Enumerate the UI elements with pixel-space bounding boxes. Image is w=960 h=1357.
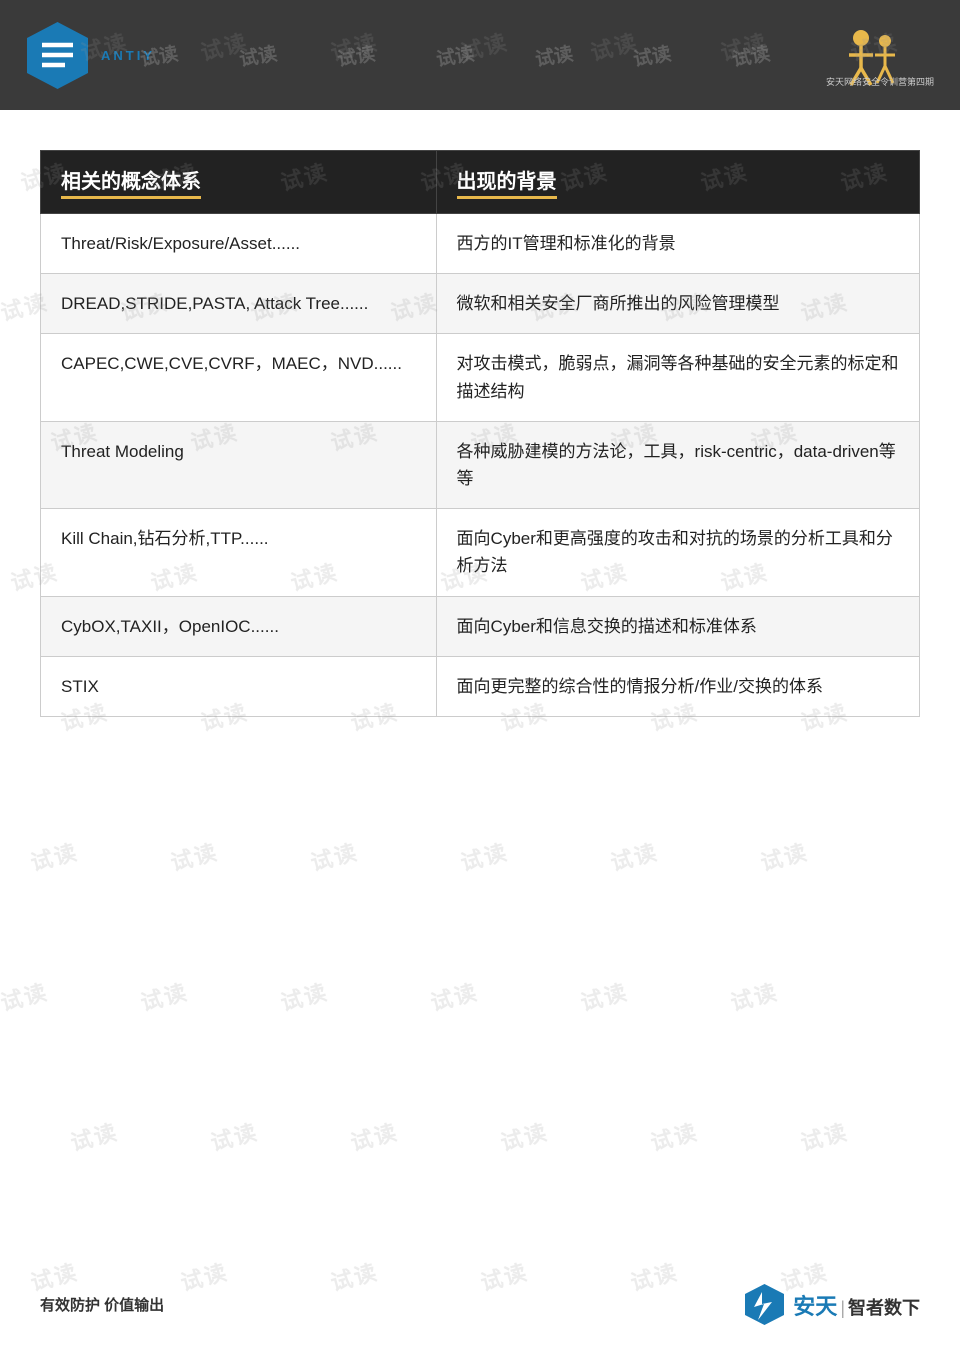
watermark-text: 试读 [457, 834, 512, 877]
watermark-text: 试读 [797, 1114, 852, 1157]
table-row: Kill Chain,钻石分析,TTP......面向Cyber和更高强度的攻击… [41, 509, 920, 596]
footer-brand: 安天 [793, 1289, 837, 1321]
concept-cell-right: 各种威胁建模的方法论，工具，risk-centric，data-driven等等 [436, 421, 919, 508]
footer-left-text: 有效防护 价值输出 [40, 1294, 164, 1315]
watermark-text: 试读 [27, 834, 82, 877]
concept-cell-left: STIX [41, 656, 437, 716]
header-logo: ANTIY [20, 18, 155, 93]
concept-cell-left: DREAD,STRIDE,PASTA, Attack Tree...... [41, 274, 437, 334]
watermark-text: 试读 [67, 1114, 122, 1157]
footer-right: 安天 | 智者数下 [742, 1282, 920, 1327]
header-watermarks: 试读 试读 试读 试读 试读 试读 试读 [110, 0, 800, 110]
footer: 有效防护 价值输出 安天 | 智者数下 [0, 1272, 960, 1337]
watermark-text: 试读 [727, 974, 782, 1017]
watermark-text: 试读 [427, 974, 482, 1017]
footer-antiy-icon [742, 1282, 787, 1327]
footer-slogan: 智者数下 [848, 1294, 920, 1320]
watermark-text: 试读 [577, 974, 632, 1017]
concept-cell-left: Threat Modeling [41, 421, 437, 508]
watermark-text: 试读 [277, 974, 332, 1017]
svg-text:安天网络安全令训营第四期: 安天网络安全令训营第四期 [826, 76, 934, 87]
concept-cell-left: CAPEC,CWE,CVE,CVRF，MAEC，NVD...... [41, 334, 437, 421]
header-right-logo: 安天网络安全令训营第四期 [820, 20, 940, 90]
watermark-text: 试读 [497, 1114, 552, 1157]
concept-cell-right: 对攻击模式，脆弱点，漏洞等各种基础的安全元素的标定和描述结构 [436, 334, 919, 421]
concept-cell-left: Threat/Risk/Exposure/Asset...... [41, 214, 437, 274]
shifu-logo-icon: 安天网络安全令训营第四期 [823, 23, 938, 88]
watermark-text: 试读 [757, 834, 812, 877]
table-row: Threat/Risk/Exposure/Asset......西方的IT管理和… [41, 214, 920, 274]
watermark-text: 试读 [347, 1114, 402, 1157]
table-row: CAPEC,CWE,CVE,CVRF，MAEC，NVD......对攻击模式，脆… [41, 334, 920, 421]
table-row: DREAD,STRIDE,PASTA, Attack Tree......微软和… [41, 274, 920, 334]
table-row: Threat Modeling各种威胁建模的方法论，工具，risk-centri… [41, 421, 920, 508]
concept-cell-right: 面向Cyber和信息交换的描述和标准体系 [436, 596, 919, 656]
col1-header: 相关的概念体系 [41, 151, 437, 214]
main-content: 相关的概念体系 出现的背景 Threat/Risk/Exposure/Asset… [0, 110, 960, 777]
concept-cell-left: CybOX,TAXII，OpenIOC...... [41, 596, 437, 656]
watermark-text: 试读 [607, 834, 662, 877]
watermark-text: 试读 [207, 1114, 262, 1157]
table-row: CybOX,TAXII，OpenIOC......面向Cyber和信息交换的描述… [41, 596, 920, 656]
antiy-label: ANTIY [101, 48, 155, 63]
watermark-text: 试读 [0, 974, 51, 1017]
watermark-text: 试读 [647, 1114, 702, 1157]
concept-cell-right: 面向更完整的综合性的情报分析/作业/交换的体系 [436, 656, 919, 716]
concept-cell-right: 面向Cyber和更高强度的攻击和对抗的场景的分析工具和分析方法 [436, 509, 919, 596]
concept-cell-right: 西方的IT管理和标准化的背景 [436, 214, 919, 274]
header: ANTIY 试读 试读 试读 试读 试读 试读 试读 安天网络 [0, 0, 960, 110]
concept-cell-right: 微软和相关安全厂商所推出的风险管理模型 [436, 274, 919, 334]
concept-cell-left: Kill Chain,钻石分析,TTP...... [41, 509, 437, 596]
antiy-logo-icon [20, 18, 95, 93]
table-row: STIX面向更完整的综合性的情报分析/作业/交换的体系 [41, 656, 920, 716]
concept-table: 相关的概念体系 出现的背景 Threat/Risk/Exposure/Asset… [40, 150, 920, 717]
watermark-text: 试读 [137, 974, 192, 1017]
watermark-text: 试读 [307, 834, 362, 877]
watermark-text: 试读 [167, 834, 222, 877]
col2-header: 出现的背景 [436, 151, 919, 214]
